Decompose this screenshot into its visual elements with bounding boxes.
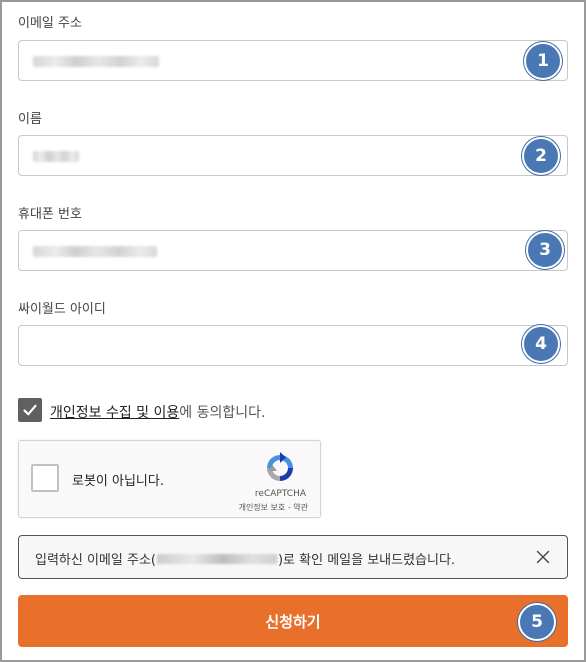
step-badge-2: 2 bbox=[522, 137, 560, 175]
recaptcha-terms-link[interactable]: 약관 bbox=[293, 503, 308, 512]
recaptcha-brand: reCAPTCHA bbox=[254, 489, 306, 499]
privacy-consent-link[interactable]: 개인정보 수집 및 이용 bbox=[50, 405, 179, 421]
name-field[interactable] bbox=[18, 135, 568, 176]
notice-suffix: )로 확인 메일을 보내드렸습니다. bbox=[277, 553, 456, 568]
phone-value-redacted bbox=[33, 246, 157, 257]
name-value-redacted bbox=[33, 151, 79, 162]
recaptcha-label: 로봇이 아닙니다. bbox=[72, 474, 164, 489]
page-frame: 이메일 주소 1 이름 2 휴대폰 번호 3 싸이월드 아이디 4 개인정보 수… bbox=[0, 0, 586, 662]
phone-field[interactable] bbox=[18, 230, 568, 271]
step-badge-3: 3 bbox=[526, 231, 564, 269]
consent-checkbox[interactable] bbox=[18, 398, 42, 422]
recaptcha-privacy-link[interactable]: 개인정보 보호 bbox=[239, 503, 286, 512]
checkmark-icon bbox=[23, 404, 37, 416]
consent-suffix: 에 동의합니다. bbox=[179, 405, 266, 421]
recaptcha-logo-icon bbox=[267, 452, 293, 481]
notice-text: 입력하신 이메일 주소( )로 확인 메일을 보내드렸습니다. bbox=[35, 549, 455, 568]
email-field[interactable] bbox=[18, 40, 568, 81]
submit-button[interactable]: 신청하기 bbox=[18, 595, 568, 647]
phone-label: 휴대폰 번호 bbox=[18, 207, 82, 222]
notice-email-redacted bbox=[156, 553, 277, 564]
consent-text: 개인정보 수집 및 이용에 동의합니다. bbox=[50, 402, 265, 422]
cyworld-id-field[interactable] bbox=[18, 325, 568, 366]
email-label: 이메일 주소 bbox=[18, 16, 82, 31]
step-badge-5: 5 bbox=[518, 603, 556, 641]
notice-prefix: 입력하신 이메일 주소( bbox=[35, 553, 156, 568]
recaptcha-checkbox[interactable] bbox=[31, 464, 59, 492]
confirmation-notice: 입력하신 이메일 주소( )로 확인 메일을 보내드렸습니다. bbox=[18, 535, 568, 579]
recaptcha-widget: 로봇이 아닙니다. reCAPTCHA 개인정보 보호 - 약관 bbox=[18, 440, 321, 518]
name-label: 이름 bbox=[18, 112, 42, 127]
recaptcha-links: 개인정보 보호 - 약관 bbox=[239, 502, 308, 513]
email-value-redacted bbox=[33, 56, 159, 67]
step-badge-1: 1 bbox=[524, 42, 562, 80]
step-badge-4: 4 bbox=[522, 325, 560, 363]
close-icon[interactable] bbox=[536, 550, 550, 564]
cyworld-id-label: 싸이월드 아이디 bbox=[18, 302, 106, 317]
